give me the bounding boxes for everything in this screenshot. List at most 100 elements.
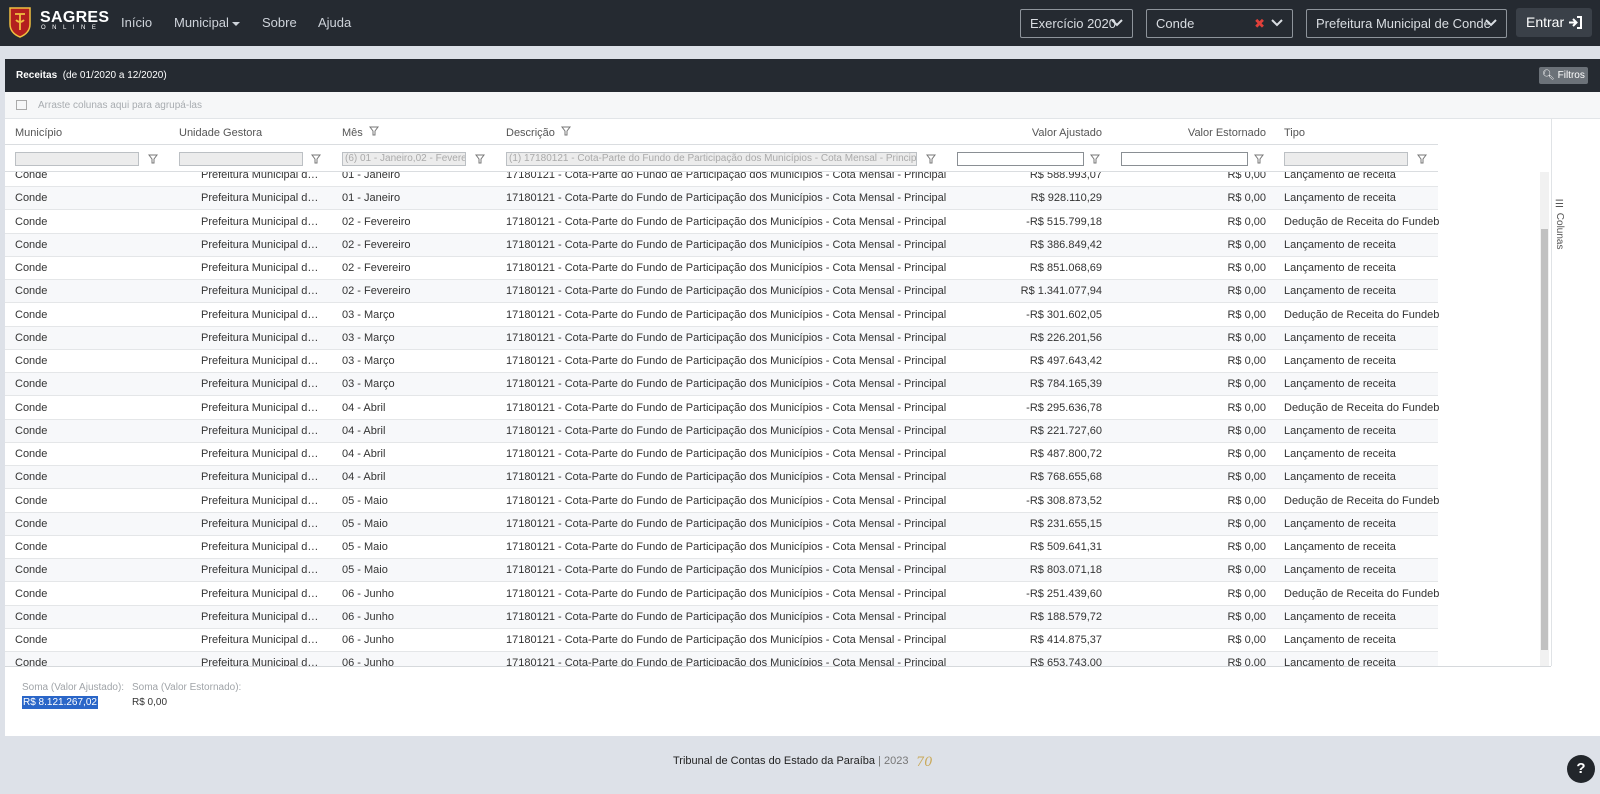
sum-ajustado-value[interactable]: R$ 8.121.267,02 bbox=[22, 696, 98, 709]
cell-valor-estornado: R$ 0,00 bbox=[1227, 192, 1266, 205]
cell-tipo: Lançamento de receita bbox=[1284, 192, 1396, 205]
cell-mes: 05 - Maio bbox=[342, 564, 388, 577]
header-tipo[interactable]: Tipo bbox=[1284, 126, 1305, 140]
filter-tipo[interactable] bbox=[1284, 152, 1408, 166]
cell-municipio: Conde bbox=[15, 494, 48, 507]
unidade-select[interactable]: Prefeitura Municipal de Conde bbox=[1306, 9, 1507, 38]
cell-descricao: 17180121 - Cota-Parte do Fundo de Partic… bbox=[506, 610, 947, 623]
columns-side-panel[interactable]: ☰ Colunas bbox=[1551, 119, 1600, 666]
cell-descricao: 17180121 - Cota-Parte do Fundo de Partic… bbox=[506, 657, 947, 666]
cell-mes: 06 - Junho bbox=[342, 587, 394, 600]
cell-unidade-gestora: Prefeitura Municipal de Conde bbox=[201, 378, 323, 391]
site-footer: Tribunal de Contas do Estado da Paraíba … bbox=[673, 754, 941, 770]
cell-municipio: Conde bbox=[15, 355, 48, 367]
header-mes[interactable]: Mês bbox=[342, 126, 379, 140]
cell-tipo: Lançamento de receita bbox=[1284, 378, 1396, 391]
nav-sobre[interactable]: Sobre bbox=[262, 15, 297, 31]
cell-unidade-gestora: Prefeitura Municipal de Conde bbox=[201, 331, 323, 344]
header-valor-ajustado[interactable]: Valor Ajustado bbox=[1032, 126, 1102, 140]
vertical-scrollbar[interactable] bbox=[1540, 172, 1549, 666]
table-row[interactable]: Conde Prefeitura Municipal de Conde 05 - M… bbox=[5, 559, 1438, 583]
cell-valor-ajustado: R$ 851.068,69 bbox=[1029, 262, 1102, 274]
table-row[interactable]: Conde Prefeitura Municipal de Conde 06 - J… bbox=[5, 652, 1438, 666]
table-row[interactable]: Conde Prefeitura Municipal de Conde 05 - M… bbox=[5, 490, 1440, 513]
table-row[interactable]: Conde Prefeitura Municipal de Conde 01 - J… bbox=[5, 172, 1438, 187]
table-row[interactable]: Conde Prefeitura Municipal de Conde 05 - M… bbox=[5, 536, 1438, 559]
table-row[interactable]: Conde Prefeitura Municipal de Conde 06 - J… bbox=[5, 629, 1438, 652]
filtros-button[interactable]: 🔍︎ Filtros bbox=[1539, 67, 1588, 84]
cell-valor-ajustado: R$ 386.849,42 bbox=[1029, 238, 1102, 251]
table-row[interactable]: Conde Prefeitura Municipal de Conde 03 - M… bbox=[5, 326, 1438, 350]
table-row[interactable]: Conde Prefeitura Municipal de Conde 04 - A… bbox=[5, 466, 1438, 490]
entrar-button[interactable]: Entrar bbox=[1516, 8, 1592, 37]
scrollbar-thumb[interactable] bbox=[1541, 229, 1548, 650]
table-row[interactable]: Conde Prefeitura Municipal de Conde 03 - M… bbox=[5, 350, 1438, 373]
table-row[interactable]: Conde Prefeitura Municipal de Conde 05 - M… bbox=[5, 512, 1438, 536]
exercicio-select[interactable]: Exercício 2020 bbox=[1020, 9, 1133, 38]
nav-ajuda[interactable]: Ajuda bbox=[318, 15, 351, 31]
cell-valor-estornado: R$ 0,00 bbox=[1227, 564, 1266, 577]
table-row[interactable]: Conde Prefeitura Municipal de Conde 04 - A… bbox=[5, 397, 1440, 420]
table-row[interactable]: Conde Prefeitura Municipal de Conde 06 - J… bbox=[5, 605, 1438, 629]
cell-valor-estornado: R$ 0,00 bbox=[1227, 587, 1266, 600]
filter-icon[interactable] bbox=[475, 154, 485, 164]
cell-valor-ajustado: R$ 1.341.077,94 bbox=[1020, 285, 1102, 298]
table-row[interactable]: Conde Prefeitura Municipal de Conde 01 - J… bbox=[5, 187, 1438, 211]
logo-text[interactable]: SAGRES bbox=[40, 10, 109, 26]
filter-municipio[interactable] bbox=[15, 152, 139, 166]
header-descricao[interactable]: Descrição bbox=[506, 126, 571, 140]
filter-icon[interactable] bbox=[926, 154, 936, 164]
cell-valor-ajustado: R$ 803.071,18 bbox=[1029, 564, 1102, 577]
filter-icon[interactable] bbox=[311, 154, 321, 164]
municipio-select[interactable]: Conde ✖ bbox=[1146, 9, 1293, 38]
cell-unidade-gestora: Prefeitura Municipal de Conde bbox=[201, 424, 323, 437]
header-divider bbox=[5, 144, 1438, 145]
cell-tipo: Lançamento de receita bbox=[1284, 517, 1396, 530]
filter-icon[interactable] bbox=[1090, 154, 1100, 164]
cell-tipo: Dedução de Receita do Fundeb bbox=[1284, 494, 1440, 507]
cell-tipo: Dedução de Receita do Fundeb bbox=[1284, 401, 1440, 414]
sum-estornado-value[interactable]: R$ 0,00 bbox=[132, 696, 167, 709]
cell-tipo: Lançamento de receita bbox=[1284, 541, 1396, 553]
table-row[interactable]: Conde Prefeitura Municipal de Conde 03 - M… bbox=[5, 304, 1439, 327]
header-municipio[interactable]: Município bbox=[15, 126, 62, 140]
cell-municipio: Conde bbox=[15, 262, 48, 274]
table-row[interactable]: Conde Prefeitura Municipal de Conde 04 - A… bbox=[5, 419, 1438, 443]
cell-mes: 02 - Fevereiro bbox=[342, 262, 411, 274]
table-row[interactable]: Conde Prefeitura Municipal de Conde 03 - M… bbox=[5, 373, 1438, 397]
table-row[interactable]: Conde Prefeitura Municipal de Conde 04 - A… bbox=[5, 443, 1438, 466]
cell-unidade-gestora: Prefeitura Municipal de Conde bbox=[201, 308, 323, 321]
navbar: SAGRES ONLINE Início Municipal Sobre Aju… bbox=[0, 0, 1600, 46]
cell-valor-ajustado: R$ 231.655,15 bbox=[1029, 517, 1102, 530]
filter-descricao[interactable]: (1) 17180121 - Cota-Parte do Fundo de Pa… bbox=[506, 152, 917, 166]
receitas-panel: Receitas (de 01/2020 a 12/2020) 🔍︎ Filtr… bbox=[5, 59, 1600, 736]
columns-side-label: ☰ Colunas bbox=[1554, 199, 1565, 249]
svg-text:70: 70 bbox=[916, 755, 933, 768]
nav-inicio[interactable]: Início bbox=[121, 15, 152, 31]
table-row[interactable]: Conde Prefeitura Municipal de Conde 02 - F… bbox=[5, 257, 1438, 280]
group-panel[interactable]: Arraste colunas aqui para agrupá-las bbox=[5, 92, 1600, 119]
header-valor-estornado[interactable]: Valor Estornado bbox=[1188, 126, 1266, 140]
cell-valor-estornado: R$ 0,00 bbox=[1227, 424, 1266, 437]
header-unidade-gestora[interactable]: Unidade Gestora bbox=[179, 126, 262, 140]
table-row[interactable]: Conde Prefeitura Municipal de Conde 02 - F… bbox=[5, 233, 1438, 257]
table-row[interactable]: Conde Prefeitura Municipal de Conde 06 - J… bbox=[5, 583, 1439, 606]
filter-unidade-gestora[interactable] bbox=[179, 152, 303, 166]
filter-icon[interactable] bbox=[1254, 154, 1264, 164]
search-icon: 🔍︎ bbox=[1542, 70, 1555, 81]
cell-descricao: 17180121 - Cota-Parte do Fundo de Partic… bbox=[506, 172, 947, 181]
table-row[interactable]: Conde Prefeitura Municipal de Conde 02 - F… bbox=[5, 211, 1439, 234]
nav-municipal[interactable]: Municipal bbox=[174, 15, 240, 31]
table-row[interactable]: Conde Prefeitura Municipal de Conde 02 - F… bbox=[5, 280, 1438, 304]
logo-emblem-icon[interactable] bbox=[8, 6, 32, 38]
filter-mes[interactable]: (6) 01 - Janeiro,02 - Fevereiro bbox=[342, 152, 466, 166]
filter-valor-estornado[interactable] bbox=[1121, 152, 1248, 166]
cell-descricao: 17180121 - Cota-Parte do Fundo de Partic… bbox=[506, 401, 947, 414]
filter-icon[interactable] bbox=[148, 154, 158, 164]
help-button[interactable]: ? bbox=[1567, 755, 1595, 783]
filter-valor-ajustado[interactable] bbox=[957, 152, 1084, 166]
close-icon[interactable]: ✖ bbox=[1254, 10, 1265, 37]
cell-tipo: Lançamento de receita bbox=[1284, 564, 1396, 577]
cell-municipio: Conde bbox=[15, 331, 48, 344]
filter-icon[interactable] bbox=[1417, 154, 1427, 164]
